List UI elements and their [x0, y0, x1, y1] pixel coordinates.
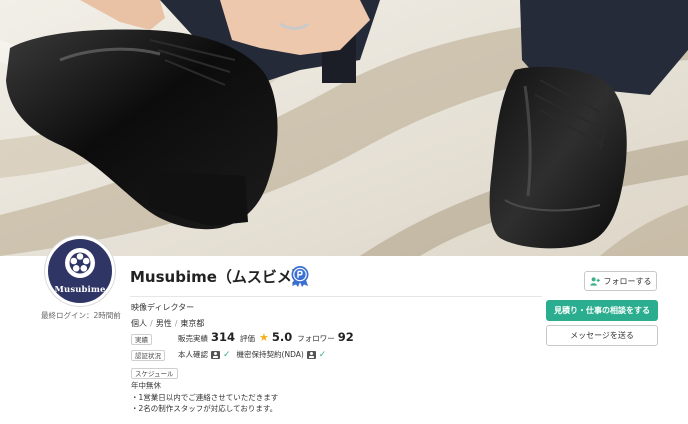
record-stats: 販売実績 314 評価 ★ 5.0 フォロワー 92	[178, 330, 354, 344]
attribute-separator: /	[150, 319, 153, 328]
attribute-type: 個人	[131, 319, 147, 328]
followers-label: フォロワー	[297, 334, 335, 343]
followers-count: 92	[337, 330, 354, 344]
check-icon: ✓	[223, 349, 231, 360]
rating-label: 評価	[240, 334, 256, 343]
profile-attributes: 個人 / 男性 / 東京都	[131, 318, 204, 329]
verification-status: 本人確認 ✓ 機密保持契約(NDA) ✓	[178, 349, 326, 360]
last-login: 最終ログイン：2時間前	[41, 311, 121, 320]
rating-value: 5.0	[271, 330, 293, 344]
profile-divider	[130, 296, 542, 297]
follow-label: フォローする	[603, 276, 652, 286]
p-badge-icon	[291, 266, 309, 287]
sales-label: 販売実績	[178, 334, 208, 343]
schedule-line: ・1営業日以内でご連絡させていただきます	[131, 392, 279, 402]
schedule-line: ・2名の制作スタッフが対応しております。	[131, 404, 278, 413]
avatar-brand-text: Musubime	[54, 285, 106, 295]
avatar[interactable]: Musubime	[45, 236, 115, 306]
cover-photo-illustration	[0, 0, 688, 256]
job-title: 映像ディレクター	[131, 303, 195, 312]
attribute-gender: 男性	[155, 319, 172, 328]
identity-label: 本人確認	[178, 350, 208, 359]
schedule-tag: スケジュール	[131, 368, 178, 379]
attribute-location: 東京都	[180, 319, 205, 328]
schedule-text: 年中無休 ・1営業日以内でご連絡させていただきます ・2名の制作スタッフが対応し…	[131, 380, 278, 415]
check-icon: ✓	[318, 349, 327, 360]
record-tag: 実績	[131, 334, 152, 345]
star-icon: ★	[259, 331, 269, 344]
sales-count: 314	[211, 330, 236, 344]
consult-button[interactable]: 見積り・仕事の相談をする	[546, 300, 658, 321]
send-message-button[interactable]: メッセージを送る	[546, 325, 658, 346]
attribute-separator: /	[174, 319, 178, 328]
schedule-line: 年中無休	[131, 381, 161, 390]
add-user-icon	[589, 276, 600, 286]
follow-button[interactable]: フォローする	[584, 271, 657, 291]
document-icon	[306, 350, 316, 359]
cover-photo	[0, 0, 688, 256]
nda-label: 機密保持契約(NDA)	[236, 350, 304, 359]
profile-name: Musubime（ムスビメ）	[130, 268, 307, 286]
verification-tag: 認証状況	[131, 350, 165, 361]
id-card-icon	[211, 350, 220, 359]
